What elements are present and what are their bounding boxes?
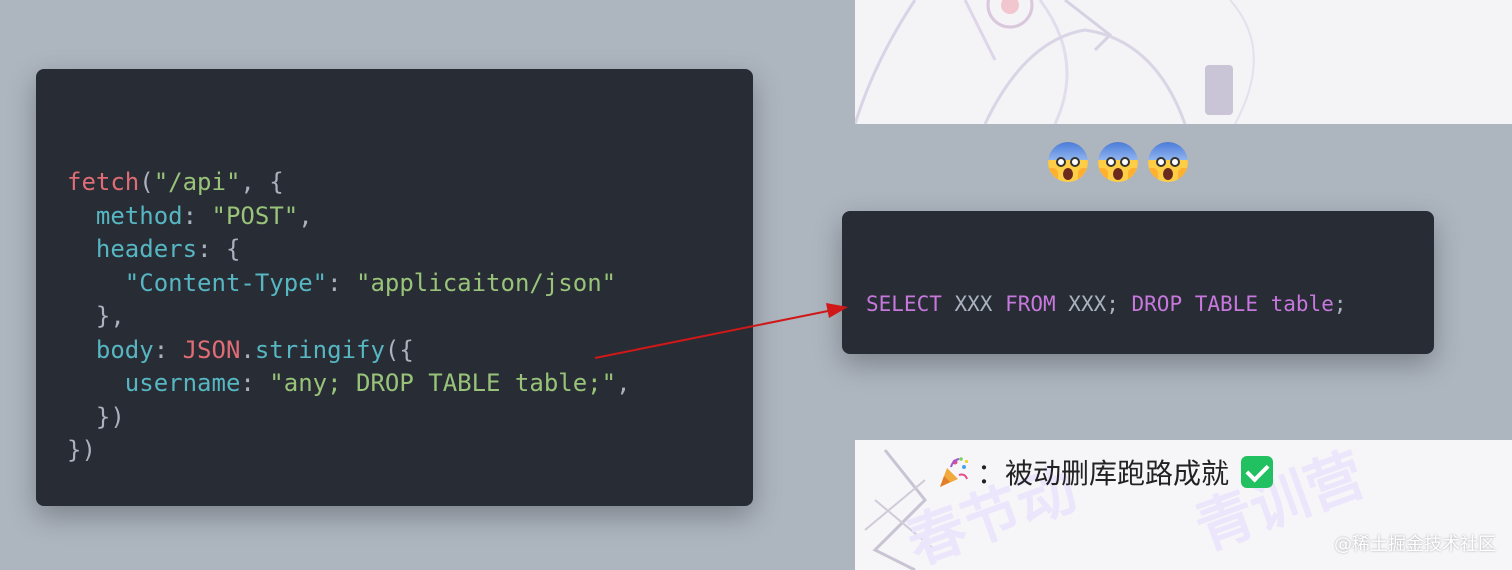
code-token: "any; DROP TABLE table;" (269, 369, 617, 397)
code-line-2: method: "POST", (67, 200, 631, 234)
code-token: JSON (182, 335, 241, 364)
sql-window (842, 211, 1434, 354)
screaming-face-icon (1148, 142, 1188, 182)
code-line-7: username: "any; DROP TABLE table;", (67, 367, 631, 401)
check-mark-icon (1241, 456, 1274, 488)
code-token: stringify (254, 335, 385, 364)
sql-keyword: FROM (1005, 292, 1056, 316)
sql-keyword: TABLE (1194, 292, 1258, 316)
code-line-9: }) (67, 436, 96, 464)
code-line-3: headers: { (67, 233, 631, 267)
code-token: method (95, 201, 183, 230)
screaming-face-icon (1048, 142, 1088, 182)
code-line-4: "Content-Type": "applicaiton/json" (67, 267, 631, 301)
code-line-1: fetch("/api", { (67, 166, 631, 200)
party-popper-icon (940, 457, 968, 487)
code-token: headers (95, 235, 198, 263)
code-token: : (327, 268, 356, 297)
code-token: : (153, 335, 183, 364)
sql-token: ; (1333, 292, 1347, 316)
sql-statement: SELECT XXX FROM XXX; DROP TABLE table; (866, 292, 1347, 316)
code-token: , (616, 369, 631, 397)
code-token: , (298, 201, 313, 230)
code-token: ({ (384, 335, 414, 364)
code-line-6: body: JSON.stringify({ (67, 334, 631, 368)
watermark: @稀土掘金技术社区 (1334, 534, 1496, 555)
code-token: "/api" (153, 168, 241, 196)
sql-keyword: SELECT (866, 292, 942, 316)
sketch-illustration (855, 0, 1255, 124)
sql-token: XXX (941, 292, 1006, 316)
code-token: "applicaiton/json" (356, 268, 617, 297)
background-illustration-top (855, 0, 1512, 124)
code-token: body (95, 335, 154, 364)
code-token: : { (197, 235, 241, 263)
code-token: : (182, 201, 212, 230)
code-line-5: }, (67, 302, 125, 330)
code-token: ( (139, 168, 154, 196)
sql-keyword: DROP (1131, 292, 1183, 316)
code-token: , { (240, 168, 284, 196)
code-token: fetch (67, 168, 140, 196)
code-line-8: }) (67, 402, 125, 431)
code-token: "POST" (211, 201, 299, 230)
code-token: : (240, 369, 270, 397)
caption-text: ：被动删库跑路成就 (977, 457, 1230, 490)
achievement-caption: ：被动删库跑路成就 (937, 452, 1274, 492)
code-token: username (124, 369, 241, 397)
code-token: . (240, 335, 255, 364)
sql-keyword: table (1270, 292, 1334, 316)
sql-token: XXX; (1055, 292, 1132, 316)
code-block: fetch("/api", { method: "POST", headers:… (67, 166, 631, 468)
code-token: "Content-Type" (124, 268, 328, 297)
screaming-face-icon (1098, 142, 1138, 182)
emoji-row (1048, 142, 1188, 182)
